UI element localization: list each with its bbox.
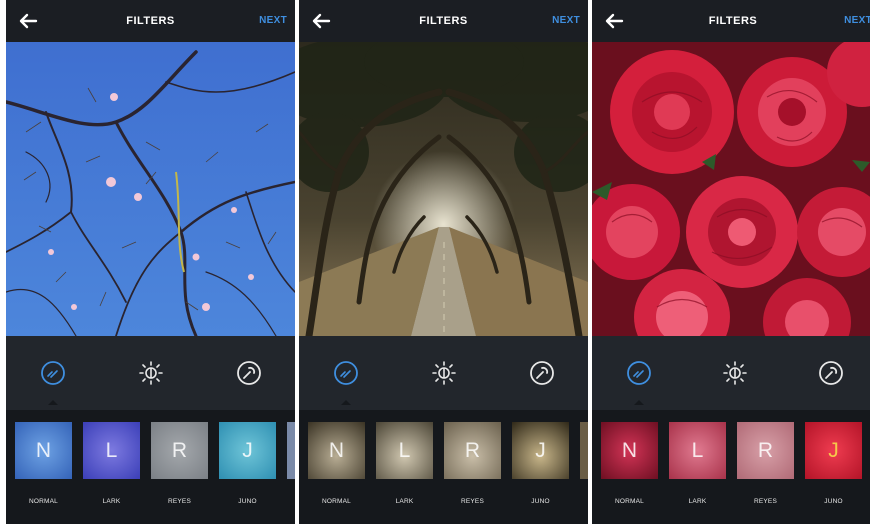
filters-screen-2: FILTERS NEXT N L R J NORMAL LARK REYES J… [299, 0, 588, 524]
filter-tool-icon[interactable] [40, 360, 66, 386]
filter-thumb-reyes[interactable]: R [151, 422, 208, 479]
wrench-icon[interactable] [818, 360, 844, 386]
back-arrow-icon[interactable] [309, 9, 333, 33]
page-title: FILTERS [419, 15, 468, 27]
next-button[interactable]: NEXT [552, 15, 580, 26]
editing-toolbar [6, 336, 295, 410]
active-tool-indicator [48, 400, 58, 405]
brightness-icon[interactable] [722, 360, 748, 386]
top-bar: FILTERS NEXT [592, 0, 870, 42]
editing-toolbar [299, 336, 588, 410]
filter-thumb-lark[interactable]: L [83, 422, 140, 479]
filter-strip: N L R J NORMAL LARK REYES JUNO [6, 410, 295, 524]
filters-screen-1: FILTERS NEXT N L R J NORMAL LARK REYES J… [6, 0, 295, 524]
filter-label-juno: JUNO [824, 498, 843, 505]
filter-thumb-juno[interactable]: J [219, 422, 276, 479]
filter-thumb-reyes[interactable]: R [444, 422, 501, 479]
filter-label-reyes: REYES [460, 498, 485, 505]
filter-thumb-lark[interactable]: L [669, 422, 726, 479]
wrench-icon[interactable] [529, 360, 555, 386]
filter-thumb-next[interactable] [287, 422, 295, 479]
filter-label-normal: NORMAL [28, 498, 58, 505]
page-title: FILTERS [126, 15, 175, 27]
filters-screen-3: FILTERS NEXT N L R J NORMAL LARK REYES J… [592, 0, 870, 524]
filter-strip: N L R J NORMAL LARK REYES JUNO [592, 410, 870, 524]
active-tool-indicator [341, 400, 351, 405]
editing-toolbar [592, 336, 870, 410]
top-bar: FILTERS NEXT [6, 0, 295, 42]
filter-label-reyes: REYES [753, 498, 778, 505]
filter-label-juno: JUNO [238, 498, 257, 505]
filter-label-juno: JUNO [531, 498, 550, 505]
brightness-icon[interactable] [138, 360, 164, 386]
brightness-icon[interactable] [431, 360, 457, 386]
filter-thumb-normal[interactable]: N [601, 422, 658, 479]
filter-thumb-reyes[interactable]: R [737, 422, 794, 479]
filter-label-normal: NORMAL [321, 498, 351, 505]
filter-label-lark: LARK [395, 498, 414, 505]
filter-label-lark: LARK [688, 498, 707, 505]
filter-label-reyes: REYES [167, 498, 192, 505]
page-title: FILTERS [708, 15, 758, 27]
filter-strip: N L R J NORMAL LARK REYES JUNO [299, 410, 588, 524]
active-tool-indicator [634, 400, 644, 405]
wrench-icon[interactable] [236, 360, 262, 386]
filter-thumb-juno[interactable]: J [805, 422, 862, 479]
next-button[interactable]: NEXT [259, 15, 287, 26]
next-button[interactable]: NEXT [844, 15, 870, 26]
filter-thumb-next[interactable] [580, 422, 588, 479]
photo-preview [299, 42, 588, 336]
top-bar: FILTERS NEXT [299, 0, 588, 42]
filter-label-lark: LARK [102, 498, 121, 505]
filter-thumb-normal[interactable]: N [308, 422, 365, 479]
filter-thumb-normal[interactable]: N [15, 422, 72, 479]
filter-label-normal: NORMAL [614, 498, 644, 505]
photo-preview [6, 42, 295, 336]
filter-tool-icon[interactable] [626, 360, 652, 386]
photo-preview [592, 42, 870, 336]
filter-thumb-lark[interactable]: L [376, 422, 433, 479]
back-arrow-icon[interactable] [602, 9, 626, 33]
filter-tool-icon[interactable] [333, 360, 359, 386]
filter-thumb-juno[interactable]: J [512, 422, 569, 479]
back-arrow-icon[interactable] [16, 9, 40, 33]
